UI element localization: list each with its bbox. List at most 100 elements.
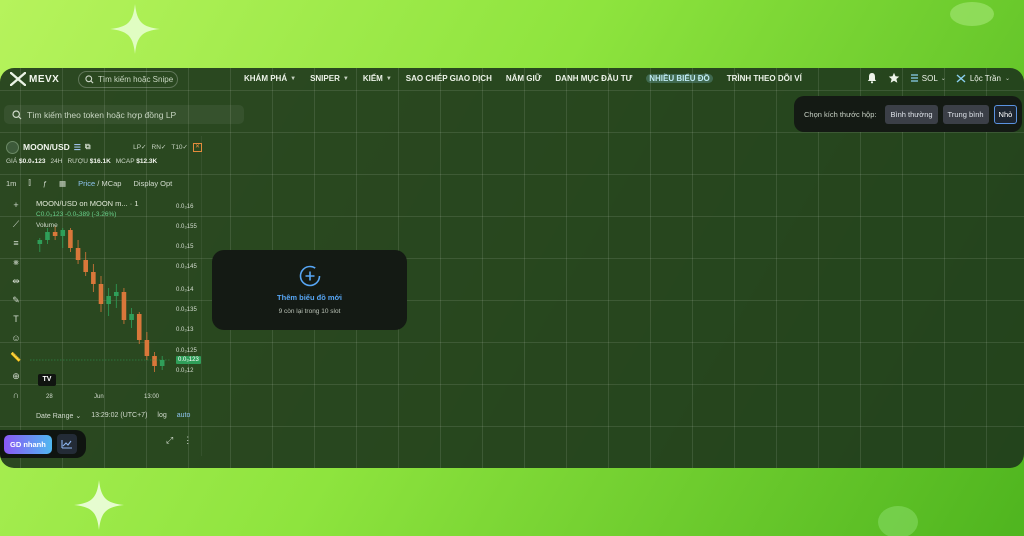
chart-toggle-button[interactable] <box>56 434 77 454</box>
candle-body <box>121 292 127 320</box>
candle-body <box>114 292 119 296</box>
candle-body <box>144 340 150 356</box>
legend-values: C0.0₃123 -0.0₅389 (-3.26%) <box>36 211 117 218</box>
mcap-label: MCAP <box>115 158 135 165</box>
app-window: MEVX Tìm kiếm hoặc Snipe KHÁM PHÁ ▼ SNIPE… <box>0 68 1024 468</box>
add-chart-card[interactable]: Thêm biểu đồ mới 9 còn lại trong 10 slot <box>212 250 407 330</box>
quick-trade-button[interactable]: GD nhanh <box>4 434 52 454</box>
crosshair-icon[interactable]: + <box>10 200 22 211</box>
y-tick: 0.0₃14 <box>176 287 194 293</box>
nav-item-multi-chart[interactable]: NHIỀU BIỂU ĐỒ <box>646 74 713 83</box>
sparkle-decoration-icon <box>110 4 160 54</box>
chart-time: 13:29:02 (UTC+7) <box>91 412 148 419</box>
user-menu[interactable]: Lộc Trần ⌄ <box>956 74 1010 83</box>
size-option-normal[interactable]: Bình thường <box>885 104 938 124</box>
nav-item-kham-pha[interactable]: KHÁM PHÁ ▼ <box>244 74 296 83</box>
add-chart-title: Thêm biểu đồ mới <box>277 293 342 302</box>
volume-value: $16.1K <box>89 158 111 165</box>
copy-icon[interactable]: ⧉ <box>85 142 91 152</box>
zoom-in-icon[interactable]: ⊕ <box>10 371 22 382</box>
pair-tags: LP✓ RN✓ T10✓ ✕ <box>133 142 202 152</box>
network-selector[interactable]: SOL ⌄ <box>910 74 946 83</box>
measure-icon[interactable]: ⇹ <box>10 276 22 287</box>
coin-decoration-icon <box>878 506 918 536</box>
bell-icon[interactable] <box>866 72 878 84</box>
solana-icon <box>910 74 918 82</box>
trendline-icon[interactable]: ⟋ <box>10 219 22 230</box>
chart-toolbar: 1m ⫿ ƒ ▦ Price / MCap Display Opt <box>6 176 204 190</box>
magnet-icon[interactable]: ∩ <box>10 390 22 401</box>
coin-decoration-icon <box>950 2 994 26</box>
y-tick: 0.0₃16 <box>176 204 194 210</box>
pair-name[interactable]: MOON/USD <box>23 142 70 152</box>
candle-body <box>159 360 165 366</box>
price-toggle[interactable]: Price <box>78 179 95 188</box>
user-name: Lộc Trần <box>969 73 1001 83</box>
volume-label: RƯỢU <box>67 158 88 165</box>
layout-icon[interactable]: ▦ <box>59 179 66 188</box>
top-navigation: MEVX Tìm kiếm hoặc Snipe KHÁM PHÁ ▼ SNIPE… <box>0 68 1024 92</box>
star-icon[interactable] <box>888 72 900 84</box>
nav-item-kiem[interactable]: KIẾM ▼ <box>363 74 392 83</box>
mcap-toggle[interactable]: MCap <box>101 179 121 188</box>
panel-actions: ⤢ ⋮ <box>166 435 192 446</box>
ruler-icon[interactable]: 📏 <box>10 352 22 363</box>
candle-type-icon[interactable]: ⫿ <box>28 178 30 188</box>
list-icon[interactable]: ☰ <box>74 143 81 152</box>
volume-label: Volume <box>36 222 58 229</box>
add-circle-icon <box>299 265 320 287</box>
chevron-down-icon: ⌄ <box>940 75 946 82</box>
candle-body <box>75 248 81 260</box>
nav-item-wallet-tracker[interactable]: TRÌNH THEO DÕI VÍ <box>727 74 802 83</box>
x-tick: 13:00 <box>144 394 160 400</box>
x-tick: 28 <box>46 394 53 400</box>
y-tick: 0.0₃135 <box>176 307 197 313</box>
logo[interactable]: MEVX <box>10 72 59 86</box>
chart-legend: MOON/USD on MOON m... · 1 C0.0₃123 -0.0₅… <box>36 199 139 229</box>
date-range-button[interactable]: Date Range ⌄ <box>36 412 81 420</box>
top-search-input[interactable]: Tìm kiếm hoặc Snipe <box>78 71 178 88</box>
nav-item-sniper[interactable]: SNIPER ▼ <box>310 74 349 83</box>
size-option-medium[interactable]: Trung bình <box>942 104 989 124</box>
chevron-down-icon: ⌄ <box>1004 75 1010 82</box>
tradingview-logo: TV <box>38 374 56 386</box>
brush-icon[interactable]: ✎ <box>10 295 22 306</box>
nav-item-portfolio[interactable]: DANH MỤC ĐẦU TƯ <box>555 74 632 83</box>
right-tools: SOL ⌄ Lộc Trần ⌄ <box>866 72 1010 84</box>
expand-icon[interactable]: ⤢ <box>166 435 173 446</box>
network-label: SOL <box>921 73 938 83</box>
y-tick: 0.0₃12 <box>176 368 194 374</box>
legend-title: MOON/USD on MOON m... · 1 <box>36 199 139 208</box>
token-avatar <box>6 140 19 154</box>
chevron-down-icon: ▼ <box>290 75 297 82</box>
wallet-icon <box>956 73 966 83</box>
auto-scale-toggle[interactable]: auto <box>177 412 191 420</box>
candle-body <box>98 284 104 304</box>
price-label: GIÁ <box>6 158 18 165</box>
display-options-button[interactable]: Display Opt <box>133 179 172 188</box>
nav-item-holdings[interactable]: NẮM GIỮ <box>506 74 542 83</box>
close-icon[interactable]: ✕ <box>193 142 202 152</box>
pair-header: MOON/USD ☰ ⧉ LP✓ RN✓ T10✓ ✕ <box>6 140 202 154</box>
toggle-separator: / <box>97 178 100 188</box>
y-tick: 0.0₃15 <box>176 244 194 250</box>
x-tick: Jun <box>94 394 104 400</box>
tag-lp: LP✓ <box>133 144 147 151</box>
token-search-input[interactable]: Tìm kiếm theo token hoặc hợp đồng LP <box>4 105 244 124</box>
token-search-placeholder: Tìm kiếm theo token hoặc hợp đồng LP <box>27 109 177 120</box>
indicator-icon[interactable]: ƒ <box>43 179 47 188</box>
pattern-icon[interactable]: ⨳ <box>10 257 22 268</box>
log-scale-toggle[interactable]: log <box>157 412 166 420</box>
size-option-small[interactable]: Nhỏ <box>993 104 1018 124</box>
current-price-tag: 0.0₃123 <box>176 356 201 364</box>
candle-body <box>152 356 157 366</box>
mcap-value: $12.3K <box>136 158 158 165</box>
line-chart-icon <box>61 440 72 449</box>
interval-button[interactable]: 1m <box>6 179 16 188</box>
more-vertical-icon[interactable]: ⋮ <box>183 435 192 446</box>
text-tool-icon[interactable]: T <box>10 314 22 325</box>
nav-item-copy-trade[interactable]: SAO CHÉP GIAO DỊCH <box>406 74 492 83</box>
emoji-icon[interactable]: ☺ <box>10 333 22 344</box>
quick-trade-bar: GD nhanh <box>0 430 86 458</box>
horizontal-lines-icon[interactable]: ≡ <box>10 238 22 249</box>
